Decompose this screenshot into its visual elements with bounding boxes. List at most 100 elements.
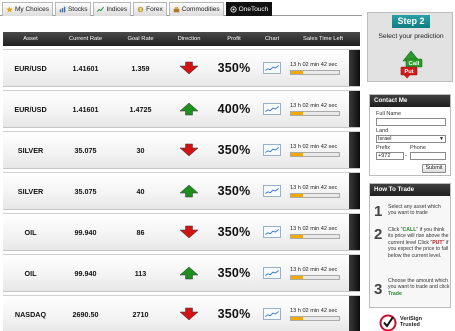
phone-field[interactable] [410, 152, 446, 160]
header-profit: Profit [227, 36, 241, 42]
up-arrow-icon[interactable] [178, 102, 200, 116]
table-row[interactable]: NASDAQ 2690.50 2710 350% 13 h 02 min 42 … [3, 295, 360, 331]
step-2-panel: Step 2 Select your prediction Call Put [367, 12, 453, 82]
profit-percent: 350% [217, 266, 251, 280]
land-label: Land [376, 128, 389, 134]
table-row[interactable]: SILVER 35.075 30 350% 13 h 02 min 42 sec [3, 131, 360, 169]
mini-chart-icon[interactable] [263, 143, 281, 156]
table-header: Asset Current Rate Goal Rate Direction P… [3, 32, 360, 46]
full-name-field[interactable] [376, 118, 446, 126]
put-word: PUT [432, 239, 443, 246]
row-edge [349, 132, 360, 168]
current-rate: 35.075 [74, 145, 97, 155]
time-progress-fill [291, 234, 303, 238]
trade-word: Trade [388, 290, 402, 297]
asset-name: OIL [24, 227, 37, 237]
row-edge [349, 296, 360, 331]
profit-percent: 350% [217, 143, 251, 157]
time-progress-bar [290, 315, 340, 321]
current-rate: 1.41601 [72, 63, 99, 73]
goal-rate: 113 [134, 268, 147, 278]
table-row[interactable]: EUR/USD 1.41601 1.4725 400% 13 h 02 min … [3, 90, 360, 128]
step-number: 3 [374, 281, 383, 298]
asset-name: SILVER [17, 186, 44, 196]
mini-chart-icon[interactable] [263, 61, 281, 74]
down-arrow-icon[interactable] [178, 307, 200, 321]
asset-name: EUR/USD [14, 63, 47, 73]
commodities-icon [173, 7, 180, 13]
row-edge [349, 255, 360, 291]
time-progress-fill [291, 70, 303, 74]
time-progress-bar [290, 192, 340, 198]
submit-button[interactable]: Submit [422, 164, 446, 173]
tab-onetouch[interactable]: OneTouch [225, 2, 273, 16]
land-select[interactable]: Israel ▼ [376, 135, 446, 143]
down-arrow-icon[interactable] [178, 143, 200, 157]
time-progress-fill [291, 316, 303, 320]
row-edge [349, 50, 360, 86]
onetouch-icon [230, 6, 237, 13]
profit-percent: 350% [217, 61, 251, 75]
mini-chart-icon[interactable] [263, 184, 281, 197]
row-edge [349, 173, 360, 209]
step-subtitle: Select your prediction [378, 33, 444, 40]
how-to-step-1: 1 Select any asset which you want to tra… [373, 203, 451, 227]
up-arrow-icon[interactable] [178, 266, 200, 280]
current-rate: 2690.50 [72, 309, 99, 319]
contact-title: Contact Me [370, 95, 450, 107]
phone-label: Phone [410, 145, 426, 151]
time-left-text: 13 h 02 min 42 sec [290, 225, 338, 232]
mini-chart-icon[interactable] [263, 266, 281, 279]
step-number: 2 [374, 226, 383, 243]
mini-chart-icon[interactable] [263, 225, 281, 238]
time-left-text: 13 h 02 min 42 sec [290, 102, 338, 109]
step-number: 1 [374, 203, 383, 220]
table-row[interactable]: SILVER 35.075 40 350% 13 h 02 min 42 sec [3, 172, 360, 210]
dash-separator: - [405, 153, 407, 159]
up-arrow-icon[interactable] [178, 184, 200, 198]
table-row[interactable]: OIL 99.940 113 350% 13 h 02 min 42 sec [3, 254, 360, 292]
header-chart: Chart [264, 36, 280, 42]
profit-percent: 350% [217, 184, 251, 198]
time-left-text: 13 h 02 min 42 sec [290, 184, 338, 191]
mini-chart-icon[interactable] [263, 307, 281, 320]
profit-percent: 400% [217, 102, 251, 116]
down-arrow-icon[interactable] [178, 61, 200, 75]
how-to-title: How To Trade [370, 184, 450, 196]
tab-my-choices[interactable]: My Choices [2, 2, 53, 16]
asset-tabs: My Choices Stocks Indices $ Forex Commod… [0, 0, 362, 16]
chevron-down-icon: ▼ [439, 136, 444, 142]
time-left-text: 13 h 02 min 42 sec [290, 143, 338, 150]
row-edge [349, 91, 360, 127]
step-text: Choose the amount which you want to trad… [388, 278, 450, 297]
time-left-text: 13 h 02 min 42 sec [290, 266, 338, 273]
step-text: Click "CALL" if you think its price will… [388, 227, 449, 259]
call-put-icon[interactable]: Call Put [395, 47, 427, 79]
full-name-label: Full Name [376, 111, 402, 117]
how-to-step-3: 3 Choose the amount which you want to tr… [373, 277, 451, 305]
time-progress-bar [290, 274, 340, 280]
contact-me-panel: Contact Me Full Name Land Israel ▼ Prefi… [369, 94, 451, 176]
tab-stocks[interactable]: Stocks [54, 2, 92, 16]
goal-rate: 1.4725 [129, 104, 152, 114]
table-row[interactable]: EUR/USD 1.41601 1.359 350% 13 h 02 min 4… [3, 49, 360, 87]
time-progress-fill [291, 275, 303, 279]
table-row[interactable]: OIL 99.940 86 350% 13 h 02 min 42 sec [3, 213, 360, 251]
time-left-text: 13 h 02 min 42 sec [290, 61, 338, 68]
put-label: Put [404, 69, 413, 75]
asset-name: EUR/USD [14, 104, 47, 114]
prefix-field[interactable]: +972 [376, 152, 404, 160]
goal-rate: 30 [136, 145, 145, 155]
down-arrow-icon[interactable] [178, 225, 200, 239]
goal-rate: 40 [136, 186, 145, 196]
tab-forex[interactable]: $ Forex [133, 2, 167, 16]
tab-commodities[interactable]: Commodities [168, 2, 224, 16]
forex-icon: $ [137, 6, 144, 13]
asset-name: NASDAQ [14, 309, 47, 319]
time-progress-bar [290, 110, 340, 116]
mini-chart-icon[interactable] [263, 102, 281, 115]
goal-rate: 86 [136, 227, 145, 237]
step-title: Step 2 [392, 15, 430, 28]
tab-indices[interactable]: Indices [93, 2, 132, 16]
goal-rate: 1.359 [131, 63, 150, 73]
